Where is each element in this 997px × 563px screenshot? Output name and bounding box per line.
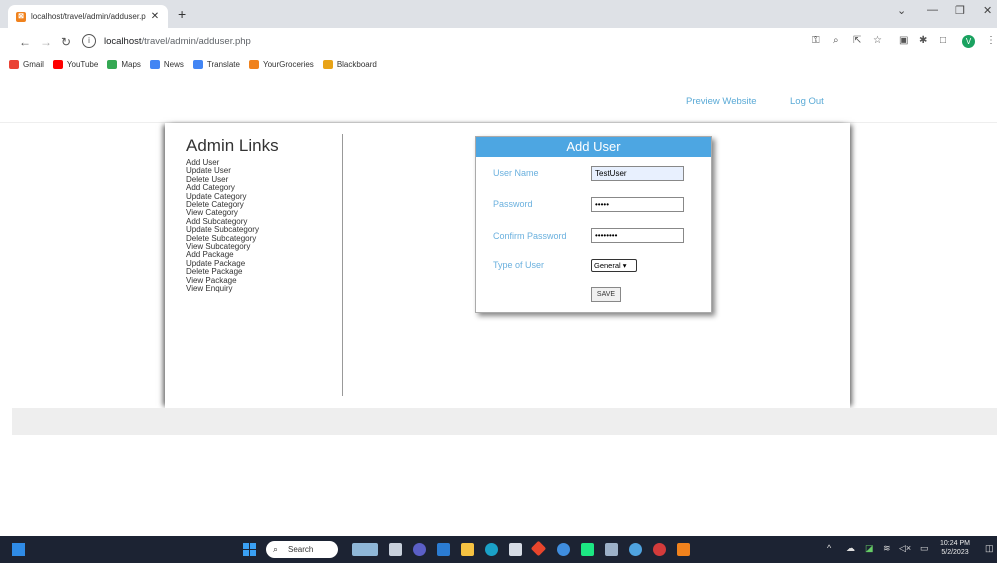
new-tab-button[interactable]: +: [178, 6, 186, 22]
back-icon[interactable]: ←: [19, 35, 31, 49]
xampp-favicon-icon: ⊠: [16, 11, 26, 22]
battery-icon[interactable]: ▭: [920, 543, 929, 554]
bookmark-yourgroceries[interactable]: YourGroceries: [248, 60, 314, 69]
password-label: Password: [493, 199, 533, 209]
notification-icon[interactable]: ◫: [985, 543, 994, 554]
bookmark-news[interactable]: News: [149, 60, 184, 69]
clock[interactable]: 10:24 PM 5/2/2023: [940, 539, 970, 557]
forward-icon[interactable]: →: [40, 35, 52, 49]
share-icon[interactable]: ⇱: [853, 35, 861, 46]
word-icon[interactable]: [437, 543, 450, 556]
sidebar-title: Admin Links: [186, 136, 279, 155]
news-icon: [149, 60, 160, 69]
sidebar-divider: [342, 134, 343, 396]
minimize-button[interactable]: —: [927, 4, 938, 16]
preview-website-link[interactable]: Preview Website: [686, 96, 757, 107]
translate-icon: [192, 60, 203, 69]
confirm-password-label: Confirm Password: [493, 231, 567, 241]
logout-link[interactable]: Log Out: [790, 96, 824, 107]
url-path: /travel/admin/adduser.php: [141, 35, 251, 47]
search-text: Search: [288, 545, 314, 554]
maps-icon: [107, 60, 118, 69]
bookmark-blackboard[interactable]: Blackboard: [322, 60, 377, 69]
reload-icon[interactable]: ↻: [61, 35, 71, 49]
bookmark-maps[interactable]: Maps: [107, 60, 141, 69]
tray-chevron-icon[interactable]: ^: [827, 543, 831, 553]
onedrive-icon[interactable]: ☁: [846, 543, 855, 554]
footer-band: [12, 408, 997, 435]
clock-date: 5/2/2023: [941, 549, 969, 556]
photos-icon[interactable]: [605, 543, 618, 556]
bookmarks-bar: Gmail YouTube Maps News Translate YourGr…: [0, 56, 997, 73]
edge-icon[interactable]: [485, 543, 498, 556]
task-view-icon[interactable]: [389, 543, 402, 556]
search-icon: ⌕: [273, 544, 279, 554]
store-icon[interactable]: [509, 543, 522, 556]
confirm-password-input[interactable]: ••••••••: [591, 228, 684, 243]
menu-icon[interactable]: ⋮: [986, 35, 996, 46]
yourgroceries-icon: [248, 60, 259, 69]
blackboard-icon: [322, 60, 333, 69]
username-input[interactable]: TestUser: [591, 166, 684, 181]
gmail-icon: [9, 60, 19, 69]
clock-time: 10:24 PM: [940, 540, 970, 547]
username-label: User Name: [493, 168, 539, 178]
tab-search-icon[interactable]: ⌄: [897, 4, 906, 17]
news-widget-icon[interactable]: [352, 543, 378, 556]
admin-links-list: Add User Update User Delete User Add Cat…: [186, 158, 259, 294]
youtube-icon: [52, 60, 63, 69]
sidepanel-icon[interactable]: □: [940, 35, 946, 46]
user-type-label: Type of User: [493, 260, 545, 270]
bookmark-translate[interactable]: Translate: [192, 60, 240, 69]
zoom-icon[interactable]: ⌕: [833, 35, 839, 46]
app-tray-icon[interactable]: ◪: [865, 543, 874, 554]
profile-avatar[interactable]: V: [962, 35, 975, 48]
tab-close-icon[interactable]: ✕: [148, 11, 162, 22]
key-icon[interactable]: ⚿: [812, 35, 820, 46]
bookmark-star-icon[interactable]: ☆: [873, 35, 882, 46]
volume-icon[interactable]: ◁×: [899, 543, 911, 554]
save-button[interactable]: SAVE: [591, 287, 621, 302]
xampp-icon[interactable]: [677, 543, 690, 556]
wifi-icon[interactable]: ≋: [883, 543, 891, 554]
add-user-form: Add User User Name TestUser Password •••…: [475, 136, 712, 313]
address-bar[interactable]: i localhost/travel/admin/adduser.php: [82, 31, 802, 51]
extension-icon[interactable]: ▣: [899, 35, 908, 46]
form-title: Add User: [476, 137, 711, 157]
browser-tab[interactable]: ⊠ localhost/travel/admin/adduser.p ✕: [8, 5, 168, 28]
taskbar-search[interactable]: ⌕ Search: [266, 541, 338, 558]
puzzle-icon[interactable]: ✱: [919, 35, 927, 46]
restore-button[interactable]: ❐: [955, 4, 965, 17]
hulu-icon[interactable]: [581, 543, 594, 556]
url-host: localhost: [104, 35, 142, 47]
user-type-select[interactable]: General ▾: [591, 259, 637, 272]
widgets-icon[interactable]: [12, 543, 25, 556]
bookmark-gmail[interactable]: Gmail: [9, 60, 44, 69]
app-red-icon[interactable]: [653, 543, 666, 556]
tab-title: localhost/travel/admin/adduser.p: [31, 12, 146, 21]
site-info-icon[interactable]: i: [82, 34, 96, 48]
close-window-button[interactable]: ✕: [983, 4, 992, 17]
vscode-icon[interactable]: [557, 543, 570, 556]
teams-icon[interactable]: [413, 543, 426, 556]
bookmark-youtube[interactable]: YouTube: [52, 60, 98, 69]
password-input[interactable]: •••••: [591, 197, 684, 212]
file-explorer-icon[interactable]: [461, 543, 474, 556]
start-icon[interactable]: [243, 543, 256, 556]
sidebar-link-view-enquiry[interactable]: View Enquiry: [186, 284, 259, 293]
chrome-icon[interactable]: [629, 543, 642, 556]
